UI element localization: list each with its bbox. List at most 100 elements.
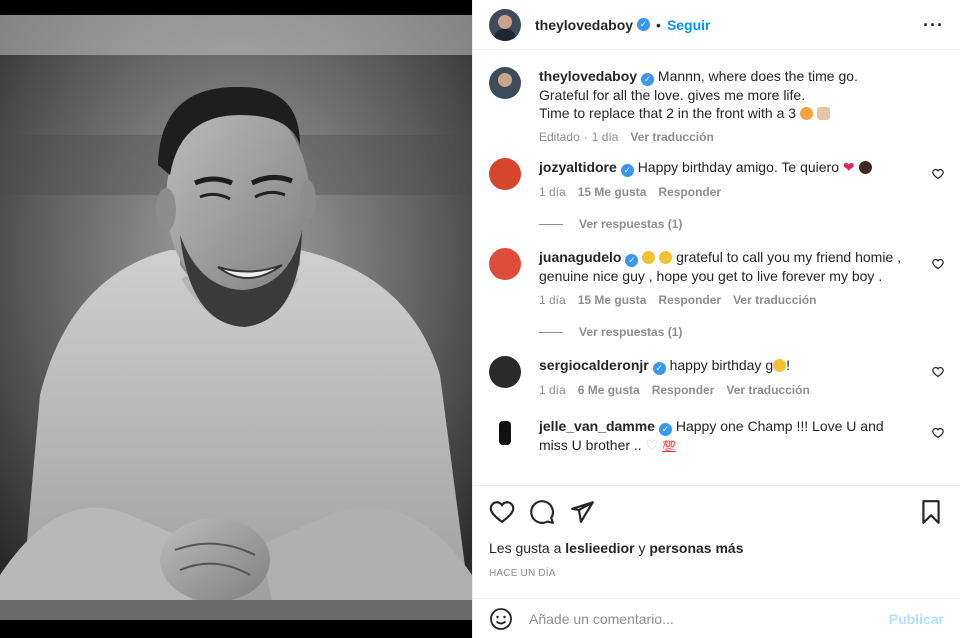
caption-dot: · <box>583 130 588 144</box>
caption-edited: Editado <box>539 130 580 144</box>
verified-badge-icon: ✓ <box>625 254 639 267</box>
reply-button[interactable]: Responder <box>658 185 721 199</box>
comment-item: juanagudelo ✓ grateful to call you my fri… <box>489 248 944 307</box>
comment-username[interactable]: jelle_van_damme <box>539 418 655 434</box>
comment-avatar[interactable] <box>489 248 521 280</box>
verified-badge-icon: ✓ <box>652 362 666 375</box>
post-photo-illustration <box>0 15 472 620</box>
comment-avatar[interactable] <box>489 356 521 388</box>
comment-bubble-icon[interactable] <box>529 499 555 525</box>
comment-item: jelle_van_damme ✓ Happy one Champ !!! Lov… <box>489 417 944 456</box>
caption-meta: Editado · 1 día Ver traducción <box>539 130 914 144</box>
comment-meta: 1 día 15 Me gusta Responder Ver traducci… <box>539 293 914 307</box>
view-replies-button[interactable]: Ver respuestas (1) <box>539 217 944 231</box>
verified-badge-icon: ✓ <box>620 164 634 177</box>
instagram-post-modal: theylovedaboy ✓ • Seguir ··· theylovedab… <box>0 0 960 638</box>
comment-likes[interactable]: 15 Me gusta <box>578 293 647 307</box>
raising-hands-emoji-icon <box>659 251 673 264</box>
like-comment-heart-icon[interactable] <box>932 258 944 270</box>
comment-likes[interactable]: 15 Me gusta <box>578 185 647 199</box>
comment-avatar[interactable] <box>489 417 521 449</box>
replies-divider <box>539 331 563 333</box>
likes-others-link[interactable]: personas más <box>649 540 743 556</box>
comments-list[interactable]: theylovedaboy ✓ Mannn, where does the tim… <box>473 50 960 485</box>
view-replies-button[interactable]: Ver respuestas (1) <box>539 325 944 339</box>
more-options-icon[interactable]: ··· <box>923 16 944 34</box>
likes-summary: Les gusta a leslieedior y personas más <box>489 540 944 556</box>
comment-meta: 1 día 15 Me gusta Responder <box>539 185 914 199</box>
comment-body: jozyaltidore ✓ Happy birthday amigo. Te q… <box>539 158 944 199</box>
post-actions: Les gusta a leslieedior y personas más H… <box>473 485 960 579</box>
verified-badge-icon: ✓ <box>637 18 651 31</box>
comment-avatar[interactable] <box>489 158 521 190</box>
likes-prefix: Les gusta a <box>489 540 562 556</box>
blush-emoji-icon <box>799 107 813 120</box>
comment-time[interactable]: 1 día <box>539 383 566 397</box>
replies-divider <box>539 223 563 225</box>
caption-time[interactable]: 1 día <box>592 130 619 144</box>
raising-hands-emoji-icon <box>642 251 656 264</box>
comment-likes[interactable]: 6 Me gusta <box>578 383 640 397</box>
comment-text: sergiocalderonjr ✓ happy birthday g! <box>539 356 914 375</box>
caption-body: theylovedaboy ✓ Mannn, where does the tim… <box>539 67 944 144</box>
header-separator: • <box>656 16 661 33</box>
view-replies-label: Ver respuestas (1) <box>579 217 683 231</box>
comment-input[interactable] <box>529 610 889 627</box>
comment-time[interactable]: 1 día <box>539 293 566 307</box>
view-replies-label: Ver respuestas (1) <box>579 325 683 339</box>
translate-button[interactable]: Ver traducción <box>726 383 809 397</box>
comment-item: jozyaltidore ✓ Happy birthday amigo. Te q… <box>489 158 944 199</box>
comment-body: jelle_van_damme ✓ Happy one Champ !!! Lov… <box>539 417 944 456</box>
raising-hands-emoji-icon <box>773 359 787 372</box>
caption-username[interactable]: theylovedaboy <box>539 68 637 84</box>
like-comment-heart-icon[interactable] <box>932 168 944 180</box>
caption-translate-button[interactable]: Ver traducción <box>630 130 713 144</box>
caption-line1: Mannn, where does the time go. <box>657 68 858 84</box>
publish-button[interactable]: Publicar <box>889 611 944 627</box>
follow-button[interactable]: Seguir <box>667 17 711 33</box>
likes-user-link[interactable]: leslieedior <box>565 540 634 556</box>
author-avatar[interactable] <box>489 8 521 41</box>
post-sidebar: theylovedaboy ✓ • Seguir ··· theylovedab… <box>472 0 960 638</box>
like-heart-icon[interactable] <box>489 499 515 525</box>
add-comment-bar: Publicar <box>473 598 960 638</box>
reply-button[interactable]: Responder <box>658 293 721 307</box>
translate-button[interactable]: Ver traducción <box>733 293 816 307</box>
caption-avatar[interactable] <box>489 67 521 99</box>
comment-username[interactable]: juanagudelo <box>539 249 621 265</box>
comment-item: sergiocalderonjr ✓ happy birthday g! 1 dí… <box>489 356 944 397</box>
caption: theylovedaboy ✓ Mannn, where does the tim… <box>489 67 944 144</box>
reply-button[interactable]: Responder <box>652 383 715 397</box>
emoji-picker-icon[interactable] <box>489 607 513 631</box>
share-paper-plane-icon[interactable] <box>569 499 595 525</box>
comment-message: happy birthday g <box>669 357 774 373</box>
comment-body: juanagudelo ✓ grateful to call you my fri… <box>539 248 944 307</box>
comment-meta: 1 día 6 Me gusta Responder Ver traducció… <box>539 383 914 397</box>
comment-message: Happy birthday amigo. Te quiero <box>637 159 839 175</box>
like-comment-heart-icon[interactable] <box>932 427 944 439</box>
comment-username[interactable]: jozyaltidore <box>539 159 617 175</box>
comment-body: sergiocalderonjr ✓ happy birthday g! 1 dí… <box>539 356 944 397</box>
raising-hands-emoji-icon <box>858 161 872 174</box>
comment-username[interactable]: sergiocalderonjr <box>539 357 649 373</box>
post-photo[interactable] <box>0 15 472 620</box>
red-heart-emoji-icon: ❤ <box>842 159 855 175</box>
comment-text: juanagudelo ✓ grateful to call you my fri… <box>539 248 914 285</box>
like-comment-heart-icon[interactable] <box>932 366 944 378</box>
verified-badge-icon: ✓ <box>641 73 655 86</box>
comment-time[interactable]: 1 día <box>539 185 566 199</box>
author-username[interactable]: theylovedaboy <box>535 17 633 33</box>
save-bookmark-icon[interactable] <box>918 499 944 525</box>
post-timestamp[interactable]: HACE UN DÍA <box>489 568 944 579</box>
comment-message-end: ! <box>786 357 791 373</box>
comment-text: jozyaltidore ✓ Happy birthday amigo. Te q… <box>539 158 914 177</box>
verified-badge-icon: ✓ <box>658 423 672 436</box>
photo-panel <box>0 0 472 638</box>
white-heart-emoji-icon: ♡ <box>645 437 659 453</box>
caption-text: theylovedaboy ✓ Mannn, where does the tim… <box>539 67 914 122</box>
caption-line3: Time to replace that 2 in the front with… <box>539 105 797 121</box>
comment-text: jelle_van_damme ✓ Happy one Champ !!! Lov… <box>539 417 914 456</box>
caption-line2: Grateful for all the love. gives me more… <box>539 87 806 103</box>
action-icons <box>489 498 944 526</box>
hundred-points-emoji-icon: 💯 <box>662 441 676 453</box>
